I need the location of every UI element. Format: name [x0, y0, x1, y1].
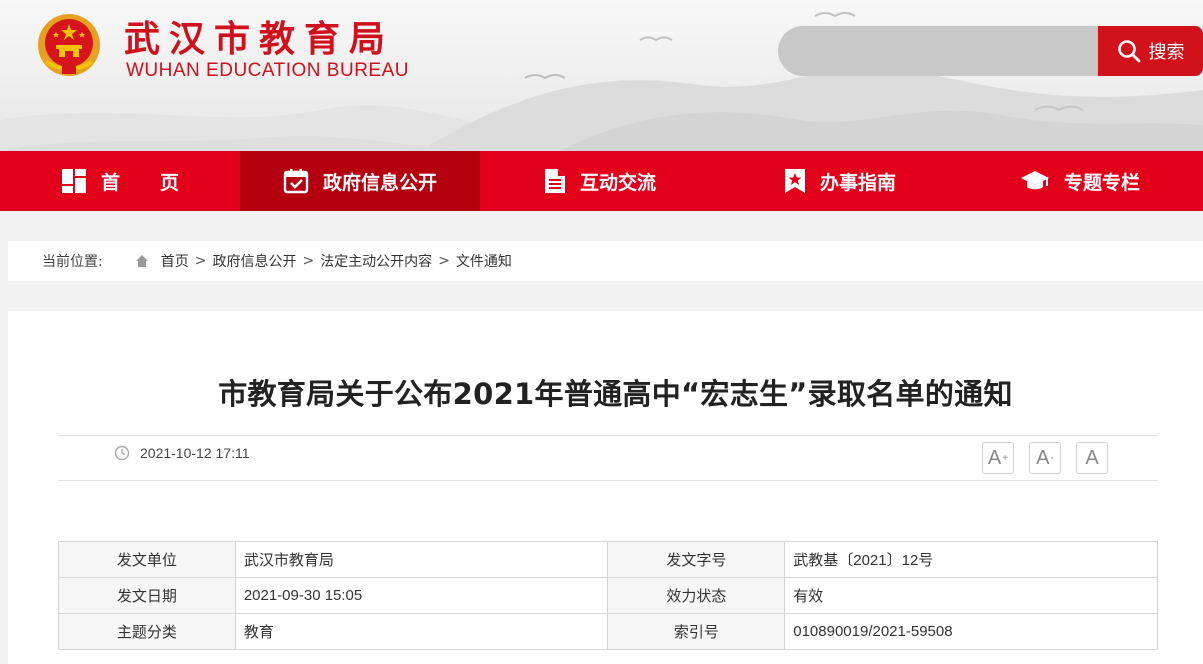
table-key: 主题分类: [58, 613, 236, 650]
grid-icon: [61, 169, 86, 193]
article-title: 市教育局关于公布2021年普通高中“宏志生”录取名单的通知: [218, 377, 1013, 411]
nav-item-gov-info[interactable]: 政府信息公开: [240, 151, 480, 211]
nav-item-label: 政府信息公开: [322, 171, 437, 194]
table-value: 武教基〔2021〕12号: [784, 541, 1158, 578]
nav-item-label: 互动交流: [579, 171, 656, 194]
nav-item-label: 办事指南: [819, 171, 896, 194]
table-value: 有效: [784, 577, 1158, 614]
table-value: 武汉市教育局: [234, 541, 609, 578]
breadcrumb-link-gov-info[interactable]: 政府信息公开: [212, 251, 296, 271]
site-subtitle: WUHAN EDUCATION BUREAU: [126, 60, 409, 81]
home-icon[interactable]: [135, 254, 149, 268]
table-key: 发文日期: [58, 577, 236, 614]
publish-date-text: 2021-10-12 17:11: [140, 445, 250, 461]
table-key: 发文单位: [58, 541, 236, 578]
breadcrumb-link-notices[interactable]: 文件通知: [456, 251, 512, 271]
nav-item-label: 专题专栏: [1063, 171, 1140, 194]
breadcrumb-separator: >: [438, 253, 450, 269]
search-button-label: 搜索: [1148, 42, 1185, 63]
table-row: 发文单位 武汉市教育局 发文字号 武教基〔2021〕12号: [58, 541, 1158, 578]
table-key: 发文字号: [607, 541, 786, 578]
font-size-decrease-label: A: [1036, 446, 1050, 469]
publish-date: 2021-10-12 17:11: [114, 445, 250, 461]
document-info-table: 发文单位 武汉市教育局 发文字号 武教基〔2021〕12号 发文日期 2021-…: [58, 541, 1158, 650]
nav-item-topics[interactable]: 专题专栏: [960, 151, 1200, 211]
national-emblem-icon: [38, 14, 100, 76]
breadcrumb-separator: >: [194, 253, 207, 269]
divider: [58, 435, 1158, 436]
search-button[interactable]: 搜索: [1098, 26, 1203, 76]
table-value: 2021-09-30 15:05: [234, 577, 609, 614]
site-title: 武汉市教育局: [124, 19, 395, 60]
table-value: 010890019/2021-59508: [784, 613, 1158, 650]
table-key: 索引号: [607, 613, 786, 650]
font-size-default-button[interactable]: A: [1076, 442, 1108, 474]
table-row: 主题分类 教育 索引号 010890019/2021-59508: [58, 613, 1158, 650]
calendar-check-icon: [283, 169, 309, 194]
article-container: 市教育局关于公布2021年普通高中“宏志生”录取名单的通知 2021-10-12…: [8, 311, 1203, 664]
table-key: 效力状态: [607, 577, 786, 614]
nav-item-interaction[interactable]: 互动交流: [480, 151, 720, 211]
breadcrumb-link-home[interactable]: 首页: [161, 251, 189, 271]
breadcrumb-separator: >: [302, 253, 315, 269]
main-nav: 首页 政府信息公开 互动交流 办事指南 专题专栏: [0, 151, 1203, 211]
breadcrumb-link-statutory[interactable]: 法定主动公开内容: [320, 251, 432, 271]
clock-icon: [114, 445, 130, 461]
document-icon: [544, 169, 565, 193]
search-input[interactable]: [778, 26, 1098, 76]
font-size-default-label: A: [1085, 446, 1099, 469]
graduation-cap-icon: [1020, 171, 1049, 190]
nav-item-label: 首页: [100, 171, 219, 194]
font-size-decrease-button[interactable]: A-: [1029, 442, 1061, 474]
bookmark-star-icon: [784, 169, 805, 193]
breadcrumb: 当前位置: 首页 > 政府信息公开 > 法定主动公开内容 > 文件通知: [8, 241, 1203, 281]
nav-item-home[interactable]: 首页: [0, 151, 240, 211]
font-size-increase-button[interactable]: A +: [982, 442, 1014, 474]
search-icon: [1117, 40, 1140, 63]
divider: [58, 480, 1158, 481]
breadcrumb-prefix: 当前位置:: [42, 254, 103, 270]
site-header: 武汉市教育局 WUHAN EDUCATION BUREAU 搜索: [0, 0, 1203, 151]
font-size-increase-label: A: [987, 446, 1002, 469]
table-row: 发文日期 2021-09-30 15:05 效力状态 有效: [58, 577, 1158, 614]
nav-item-guide[interactable]: 办事指南: [720, 151, 960, 211]
table-value: 教育: [234, 613, 609, 650]
